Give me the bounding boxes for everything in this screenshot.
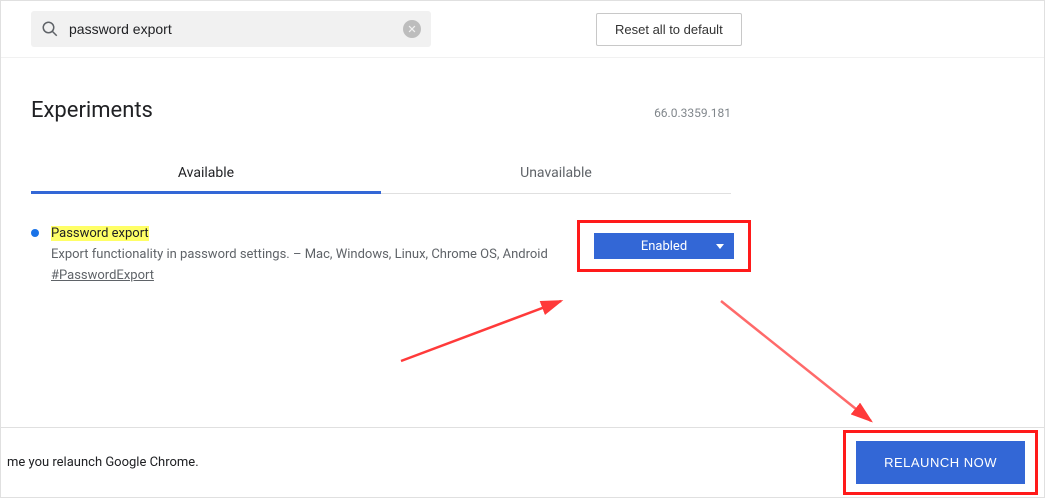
- flag-description: Export functionality in password setting…: [51, 247, 548, 262]
- clear-search-icon[interactable]: [403, 20, 421, 38]
- tab-available[interactable]: Available: [31, 153, 381, 193]
- top-bar: Reset all to default: [1, 1, 1044, 58]
- flag-row: Password export Export functionality in …: [31, 224, 751, 286]
- flag-bullet-icon: [31, 229, 39, 237]
- version-label: 66.0.3359.181: [654, 106, 731, 120]
- flag-text-block: Password export Export functionality in …: [51, 224, 565, 286]
- search-icon: [41, 20, 59, 38]
- flag-state-dropdown[interactable]: Enabled: [594, 233, 734, 259]
- search-box[interactable]: [31, 11, 431, 47]
- page-title: Experiments: [31, 98, 153, 123]
- relaunch-button[interactable]: RELAUNCH NOW: [856, 441, 1025, 484]
- footer-message: me you relaunch Google Chrome.: [7, 455, 199, 470]
- footer-bar: me you relaunch Google Chrome. RELAUNCH …: [1, 427, 1044, 497]
- annotation-box-dropdown: Enabled: [577, 220, 751, 272]
- search-input[interactable]: [69, 21, 403, 37]
- annotation-box-relaunch: RELAUNCH NOW: [843, 430, 1038, 495]
- flag-hash-link[interactable]: #PasswordExport: [51, 268, 154, 283]
- tab-unavailable[interactable]: Unavailable: [381, 153, 731, 193]
- flag-title: Password export: [51, 226, 149, 241]
- reset-all-button[interactable]: Reset all to default: [596, 13, 742, 46]
- tabs: Available Unavailable: [31, 153, 731, 194]
